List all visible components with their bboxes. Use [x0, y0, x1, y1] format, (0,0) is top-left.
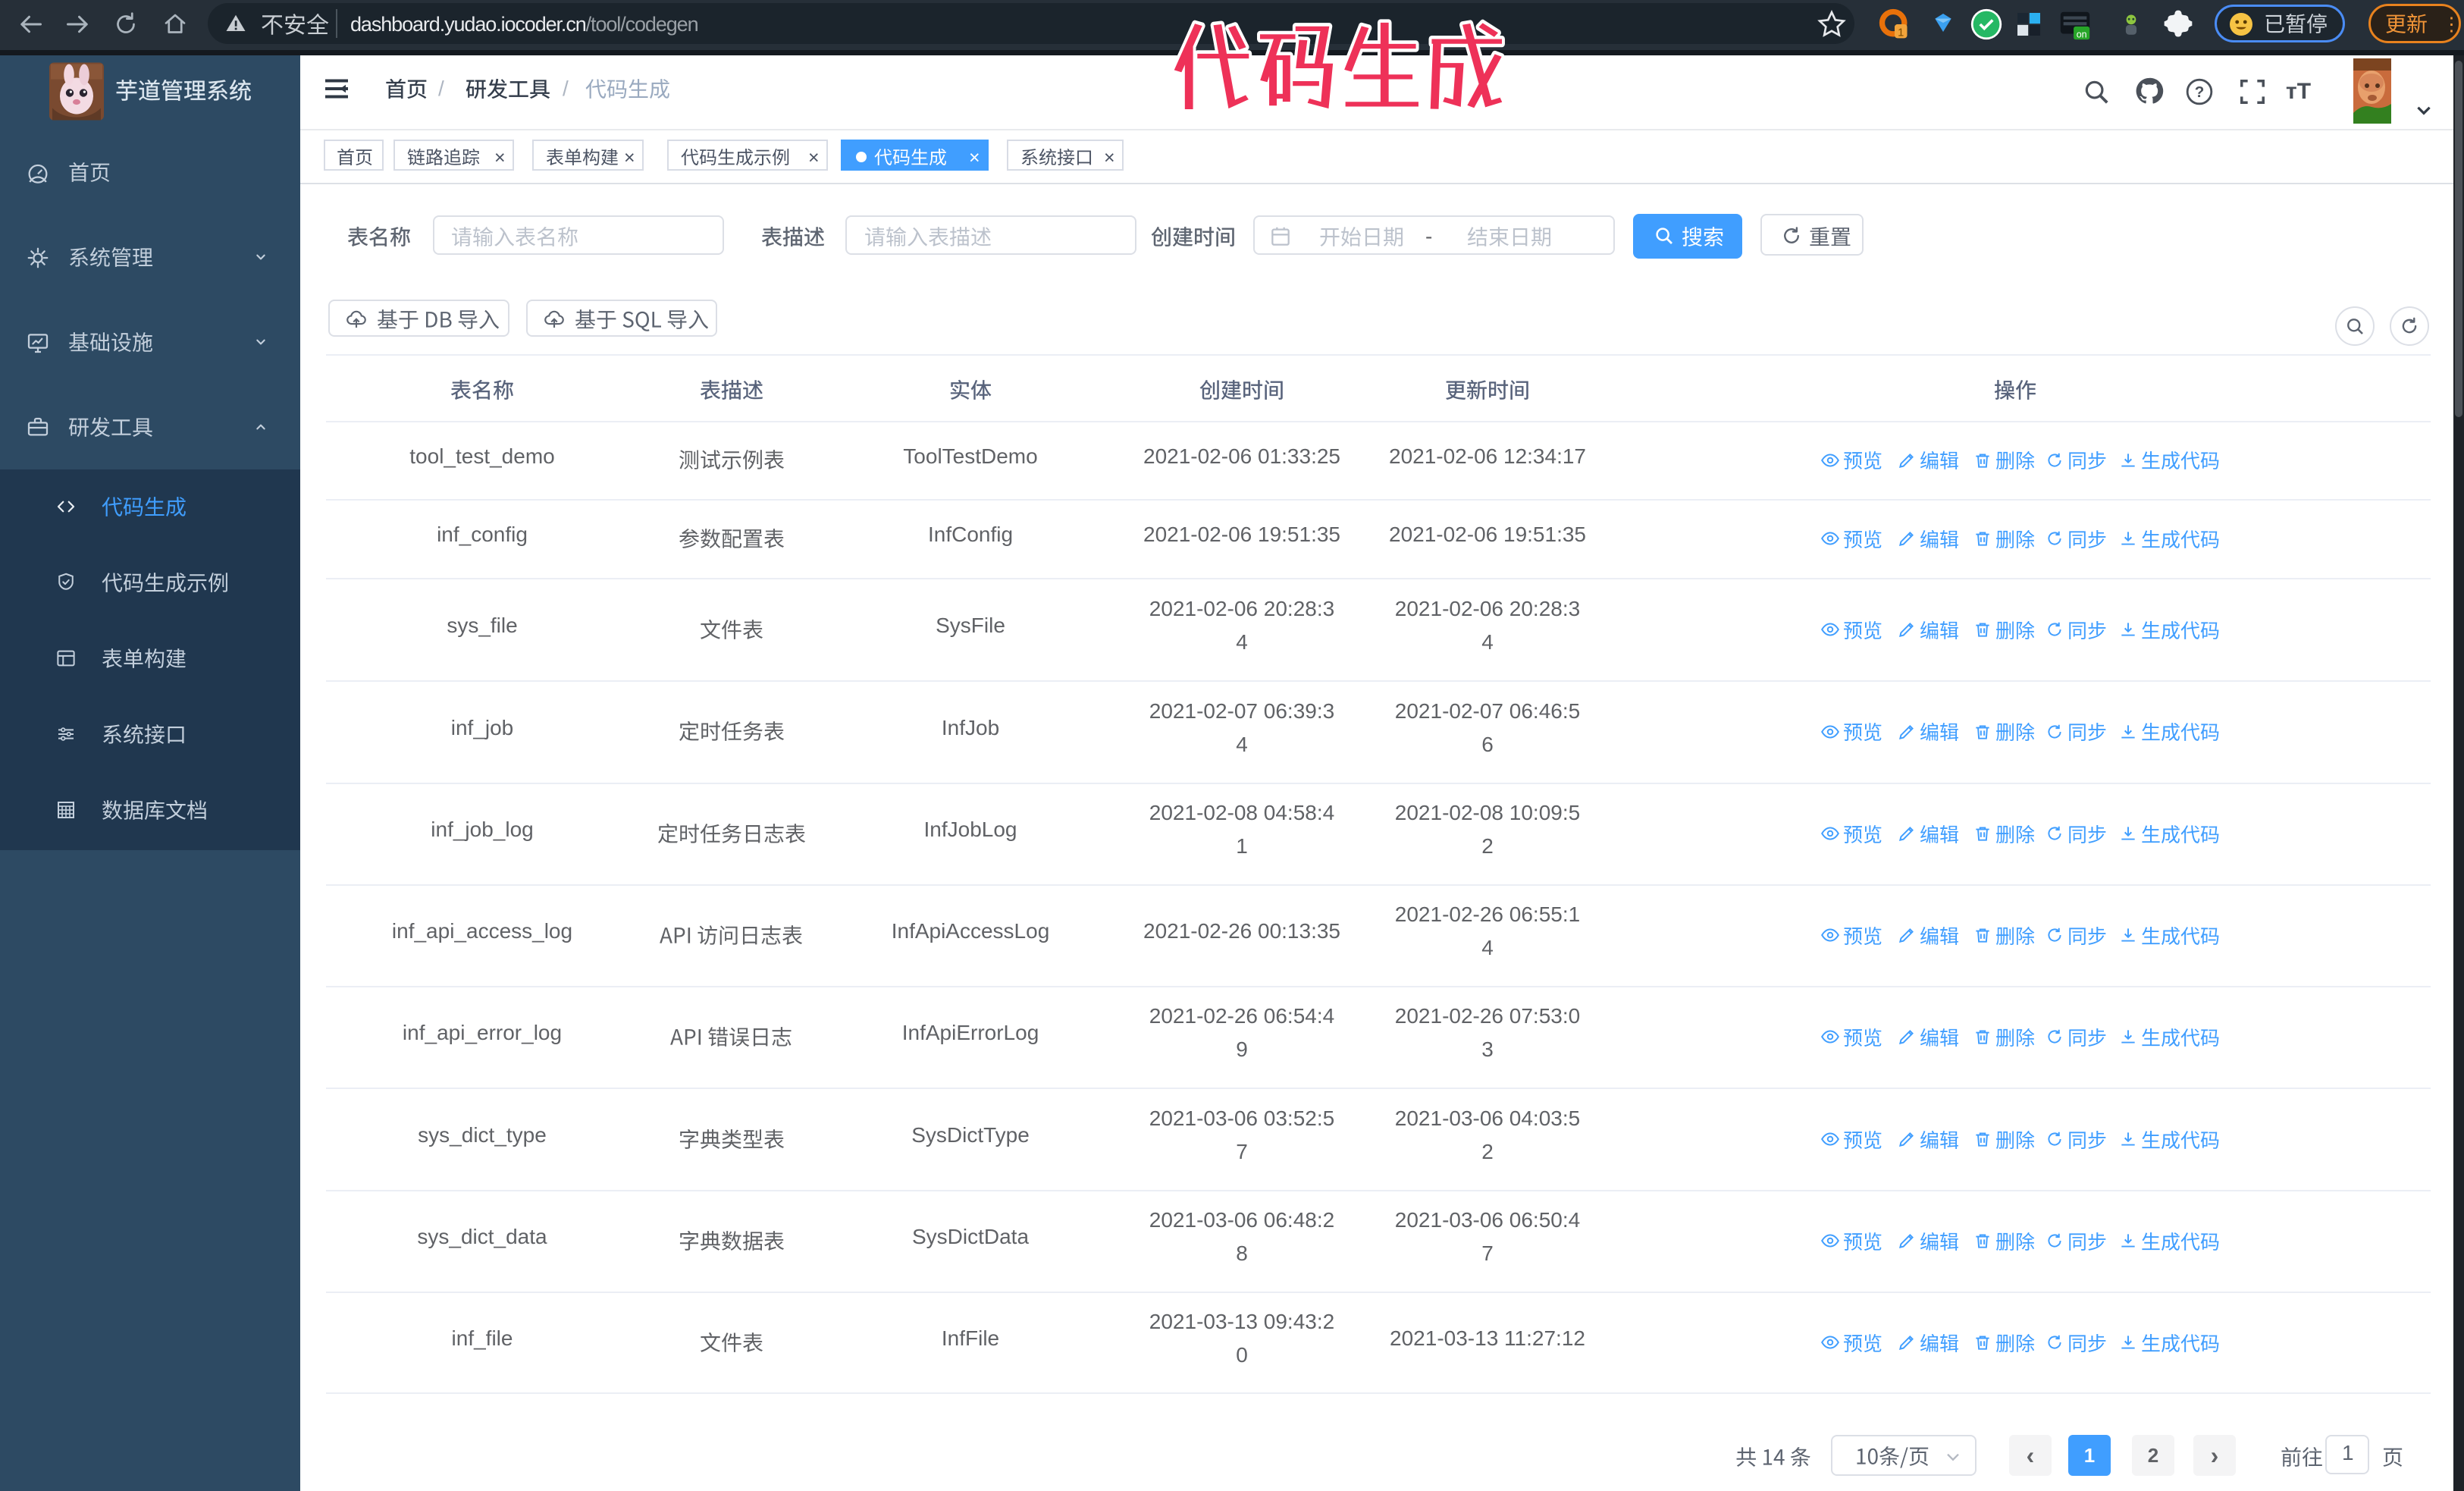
svg-text:on: on	[2077, 29, 2087, 39]
svg-text:?: ?	[2195, 83, 2205, 101]
svg-text:1: 1	[1898, 27, 1904, 39]
